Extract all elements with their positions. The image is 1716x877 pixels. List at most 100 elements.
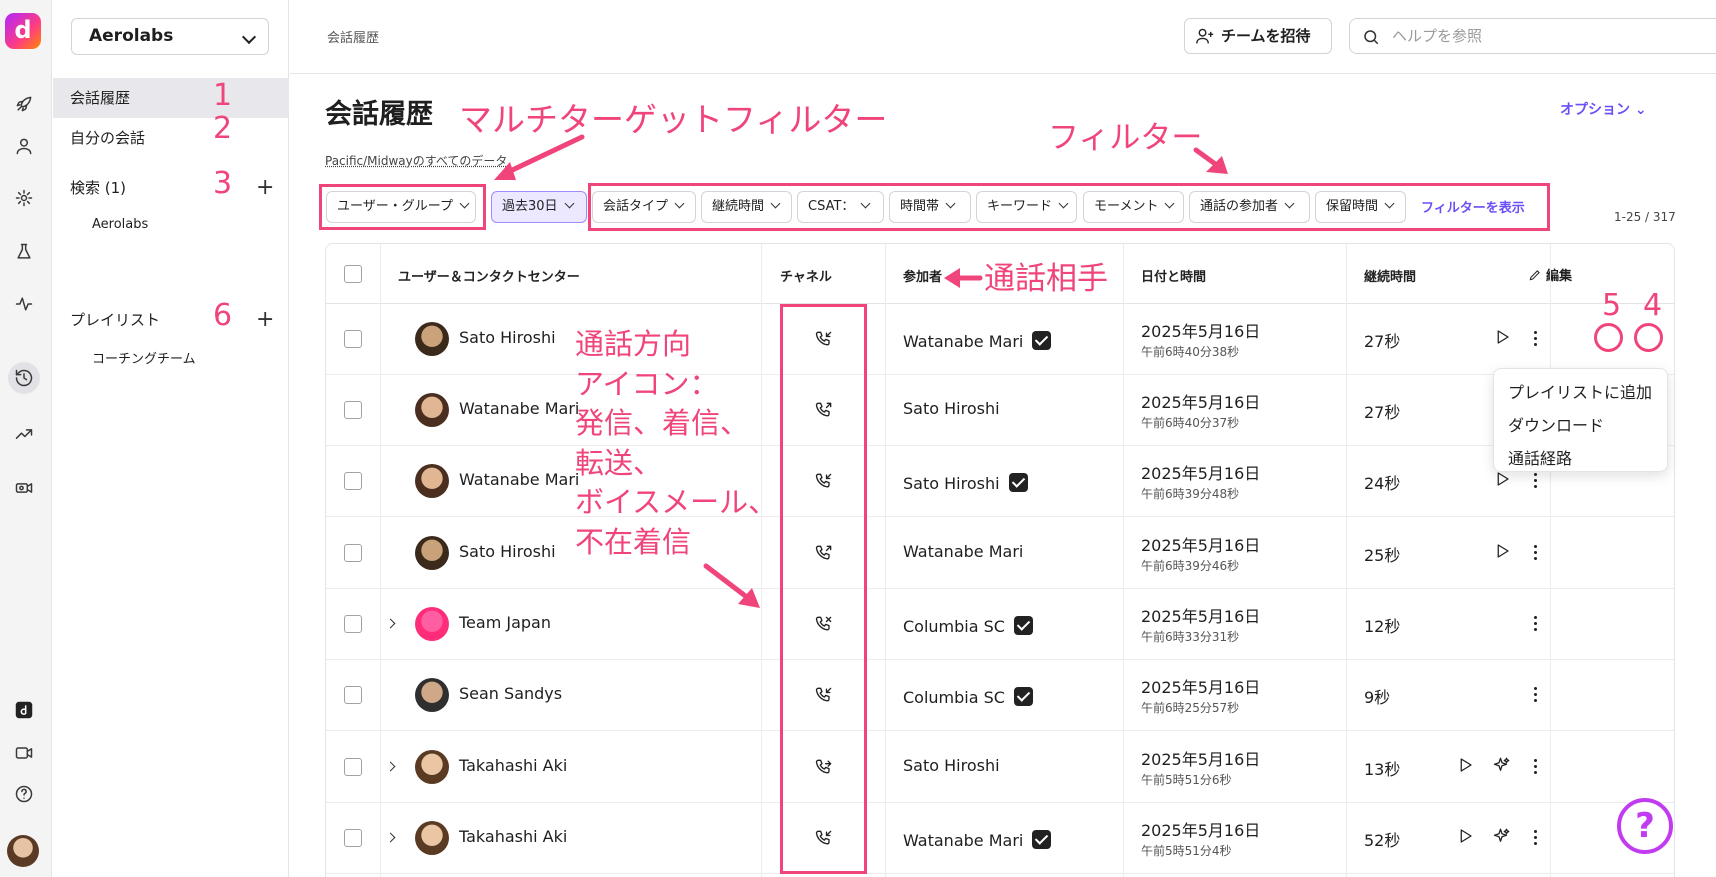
table-row[interactable]: Team Japan Columbia SC 2025年5月16日 午前6時33分31… bbox=[326, 589, 1674, 660]
sidebar-item-history[interactable]: 会話履歴 bbox=[53, 78, 289, 118]
play-button[interactable] bbox=[1456, 827, 1474, 849]
more-button[interactable] bbox=[1534, 759, 1538, 775]
participant-name: Watanabe Mari bbox=[903, 542, 1023, 561]
video-gear-icon[interactable] bbox=[8, 472, 40, 504]
search-input[interactable]: ヘルプを参照 bbox=[1349, 18, 1716, 54]
participant-name: Watanabe Mari bbox=[903, 827, 1052, 850]
row-checkbox[interactable] bbox=[344, 758, 362, 776]
user-name[interactable]: Sean Sandys bbox=[459, 684, 562, 703]
more-button[interactable] bbox=[1534, 616, 1538, 632]
rocket-icon[interactable] bbox=[8, 88, 40, 120]
call-date: 2025年5月16日 bbox=[1141, 464, 1261, 483]
annotation-line: 通話方向 bbox=[575, 327, 692, 361]
user-name[interactable]: Takahashi Aki bbox=[459, 756, 567, 775]
user-name[interactable]: Takahashi Aki bbox=[459, 827, 567, 846]
dialpad-logo-icon[interactable] bbox=[8, 694, 40, 726]
trend-icon[interactable] bbox=[8, 418, 40, 450]
ai-summary-button[interactable] bbox=[1493, 827, 1511, 849]
play-icon bbox=[1460, 758, 1472, 772]
sidebar-item-my-conversations[interactable]: 自分の会話 bbox=[53, 118, 289, 158]
sidebar-item-playlist[interactable]: プレイリスト bbox=[53, 300, 289, 340]
avatar bbox=[415, 821, 449, 855]
expand-icon[interactable] bbox=[385, 618, 396, 629]
row-checkbox[interactable] bbox=[344, 615, 362, 633]
menu-item-add-playlist[interactable]: プレイリストに追加 bbox=[1508, 379, 1652, 403]
annotation-line: 転送、 bbox=[575, 445, 663, 480]
search-icon bbox=[1364, 30, 1379, 45]
filter-date-range[interactable]: 過去30日 bbox=[491, 191, 587, 223]
more-button[interactable] bbox=[1534, 545, 1538, 561]
more-button[interactable] bbox=[1534, 687, 1538, 703]
annotation-circle-more bbox=[1634, 323, 1663, 352]
invite-team-button[interactable]: チームを招待 bbox=[1184, 18, 1332, 54]
pulse-icon[interactable] bbox=[8, 288, 40, 320]
column-header-duration[interactable]: 継続時間 bbox=[1364, 266, 1416, 285]
call-date: 2025年5月16日 bbox=[1141, 393, 1261, 412]
call-date: 2025年5月16日 bbox=[1141, 678, 1261, 697]
more-icon bbox=[1534, 331, 1538, 347]
user-name[interactable]: Watanabe Mari bbox=[459, 399, 579, 418]
flask-icon[interactable] bbox=[8, 236, 40, 268]
select-all-checkbox[interactable] bbox=[344, 265, 362, 283]
org-selector[interactable]: Aerolabs bbox=[71, 18, 269, 55]
table-row[interactable]: Sean Sandys Columbia SC 2025年5月16日 午前6時25分5… bbox=[326, 660, 1674, 731]
gear-icon[interactable] bbox=[8, 182, 40, 214]
more-button[interactable] bbox=[1534, 830, 1538, 846]
add-playlist-button[interactable]: + bbox=[256, 309, 274, 331]
add-search-button[interactable]: + bbox=[256, 177, 274, 199]
play-button[interactable] bbox=[1456, 756, 1474, 778]
menu-item-download[interactable]: ダウンロード bbox=[1508, 412, 1604, 436]
avatar[interactable] bbox=[7, 835, 39, 867]
app-logo[interactable]: d bbox=[5, 13, 41, 49]
play-button[interactable] bbox=[1493, 542, 1511, 564]
participant-label: Columbia SC bbox=[903, 688, 1005, 707]
menu-item-call-route[interactable]: 通話経路 bbox=[1508, 445, 1572, 469]
column-header-channel[interactable]: チャネル bbox=[780, 266, 832, 285]
participant-label: Sato Hiroshi bbox=[903, 399, 1000, 418]
play-button[interactable] bbox=[1493, 470, 1511, 492]
annotation-box-channel bbox=[780, 304, 867, 874]
annotation-direction: 通話方向 アイコン： 発信、着信、 転送、 ボイスメール、 不在着信 bbox=[575, 325, 777, 562]
user-name[interactable]: Team Japan bbox=[459, 613, 551, 632]
row-checkbox[interactable] bbox=[344, 829, 362, 847]
table-row[interactable]: Takahashi Aki Sato Hiroshi 2025年5月16日 午前5時5… bbox=[326, 732, 1674, 803]
column-header-participant[interactable]: 参加者 bbox=[903, 266, 942, 285]
options-button[interactable]: オプション ⌄ bbox=[1560, 99, 1647, 119]
more-button[interactable] bbox=[1534, 473, 1538, 489]
row-checkbox[interactable] bbox=[344, 686, 362, 704]
camera-icon[interactable] bbox=[8, 737, 40, 769]
sidebar-item-search[interactable]: 検索 (1) bbox=[53, 168, 289, 208]
table-row[interactable]: Sato Hiroshi Watanabe Mari 2025年5月16日 午前6時4… bbox=[326, 304, 1674, 375]
search-subitem[interactable]: Aerolabs bbox=[92, 217, 148, 232]
playlist-subitem[interactable]: コーチングチーム bbox=[92, 348, 196, 367]
annotation-line: アイコン： bbox=[575, 366, 719, 401]
table-row[interactable]: Watanabe Mari Sato Hiroshi 2025年5月16日 午前6時4… bbox=[326, 375, 1674, 446]
user-name[interactable]: Watanabe Mari bbox=[459, 470, 579, 489]
row-checkbox[interactable] bbox=[344, 472, 362, 490]
ai-summary-button[interactable] bbox=[1493, 756, 1511, 778]
row-checkbox[interactable] bbox=[344, 401, 362, 419]
expand-icon[interactable] bbox=[385, 761, 396, 772]
search-placeholder: ヘルプを参照 bbox=[1392, 27, 1483, 45]
row-checkbox[interactable] bbox=[344, 544, 362, 562]
play-button[interactable] bbox=[1493, 328, 1511, 350]
table-row[interactable]: Watanabe Mari Sato Hiroshi 2025年5月16日 午前6時3… bbox=[326, 446, 1674, 517]
user-name[interactable]: Sato Hiroshi bbox=[459, 542, 556, 561]
call-duration: 27秒 bbox=[1364, 332, 1401, 351]
table-row[interactable]: Takahashi Aki Watanabe Mari 2025年5月16日 午前5時… bbox=[326, 803, 1674, 874]
play-icon bbox=[1497, 330, 1509, 344]
user-name[interactable]: Sato Hiroshi bbox=[459, 328, 556, 347]
expand-icon[interactable] bbox=[385, 832, 396, 843]
help-button[interactable]: ? bbox=[1617, 798, 1673, 854]
timezone-note[interactable]: Pacific/Midwayのすべてのデータ bbox=[325, 152, 508, 169]
history-icon[interactable] bbox=[8, 362, 40, 394]
annotation-circle-play bbox=[1594, 323, 1623, 352]
help-icon[interactable] bbox=[8, 778, 40, 810]
call-date: 2025年5月16日 bbox=[1141, 750, 1261, 769]
person-icon[interactable] bbox=[8, 130, 40, 162]
column-header-user[interactable]: ユーザー＆コンタクトセンター bbox=[398, 266, 580, 285]
column-header-datetime[interactable]: 日付と時間 bbox=[1141, 266, 1206, 285]
row-checkbox[interactable] bbox=[344, 330, 362, 348]
more-button[interactable] bbox=[1534, 331, 1538, 347]
table-row[interactable]: Sato Hiroshi Watanabe Mari 2025年5月16日 午前6時3… bbox=[326, 518, 1674, 589]
